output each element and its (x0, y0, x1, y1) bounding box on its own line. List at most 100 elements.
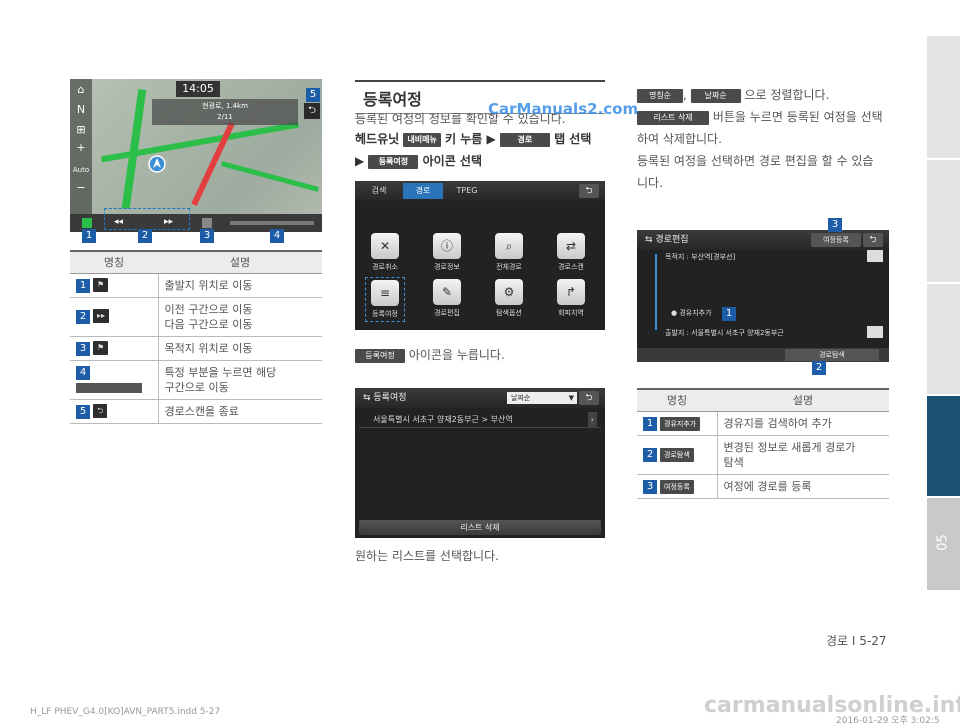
search-options-button[interactable]: ⚙ 탐색옵션 (489, 279, 529, 318)
delete-line-2: 하여 삭제합니다. (637, 132, 722, 146)
avoid-area-icon: ↱ (557, 279, 585, 305)
callout-5: 5 (306, 88, 320, 102)
callout-1: 1 (722, 307, 736, 321)
side-tab-2 (927, 160, 960, 282)
route-search-button[interactable]: 경로탐색 (785, 349, 879, 361)
route-info-icon: ⓘ (433, 233, 461, 259)
search-options-icon: ⚙ (495, 279, 523, 305)
auto-scale-button[interactable]: Auto (72, 161, 90, 179)
table-row: 2 경로탐색 변경된 정보로 새롭게 경로가 탐색 (637, 435, 889, 475)
route-info-line2: 2/11 (217, 113, 233, 121)
route-edit-icon: ✎ (433, 279, 461, 305)
table-row: 4 특정 부분을 누르면 해당 구간으로 이동 (70, 360, 322, 400)
saved-trip-button[interactable]: ≡ 등록여정 (365, 277, 405, 322)
back-icon[interactable]: ⮌ (863, 233, 883, 247)
scan-slider[interactable] (230, 221, 314, 225)
chevron-right-icon: › (587, 412, 597, 428)
route-info-button[interactable]: ⓘ 경로정보 (427, 233, 467, 272)
col-desc-header: 설명 (158, 250, 322, 274)
bottom-text: 원하는 리스트를 선택합니다. (355, 549, 499, 563)
current-position-icon (148, 155, 166, 173)
route-edit-screen: ⇆ 경로편집 여정등록 ⮌ 목적지 : 부산역[경부선] ● 경유지추가 출발지… (637, 230, 889, 362)
watermark: CarManuals2.com (488, 100, 639, 118)
full-route-button[interactable]: ⌕ 전체경로 (489, 233, 529, 272)
full-route-icon: ⌕ (495, 233, 523, 259)
route-scan-icon: ⇄ (557, 233, 585, 259)
sort-by-date-button: 날짜순 (690, 88, 741, 103)
register-trip-button[interactable]: 여정등록 (811, 233, 861, 247)
route-line (655, 254, 657, 330)
table-row: 1 ⚑ 출발지 위치로 이동 (70, 273, 322, 298)
clock: 14:05 (176, 81, 220, 97)
start-flag-icon: ⚑ (93, 277, 109, 292)
note-line: 등록여정 아이콘을 누릅니다. (355, 344, 505, 366)
callout-2: 2 (812, 361, 826, 375)
table-row: 3 ⚑ 목적지 위치로 이동 (70, 336, 322, 361)
callout-2: 2 (138, 229, 152, 243)
sort-by-name-button: 명칭순 (637, 88, 683, 103)
sort-dropdown[interactable]: 날짜순 ▼ (507, 392, 577, 404)
start-flag-icon[interactable] (82, 218, 92, 228)
side-tab-current (927, 396, 960, 496)
tab-tpeg[interactable]: TPEG (447, 183, 487, 199)
saved-trip-icon: ≡ (371, 280, 399, 306)
route-scan-button[interactable]: ⇄ 경로스캔 (551, 233, 591, 272)
avoid-area-button[interactable]: ↱ 회피지역 (551, 279, 591, 318)
delete-list-button[interactable]: 리스트 삭제 (359, 520, 601, 535)
col-name-header: 명칭 (637, 388, 717, 412)
callout-3: 3 (828, 218, 842, 232)
side-tab-3 (927, 284, 960, 394)
destination-flag-icon: ⚑ (93, 340, 109, 355)
next-section-icon: ▸▸ (93, 309, 110, 323)
delete-line-1: 리스트 삭제 버튼을 누르면 등록된 여정을 선택 (637, 106, 883, 128)
north-up-icon[interactable]: N (72, 101, 90, 119)
back-icon[interactable]: ⮌ (579, 391, 599, 405)
back-icon[interactable]: ⮌ (579, 184, 599, 198)
table-row: 3 여정등록 여정에 경로를 등록 (637, 474, 889, 499)
nav-menu-key: 내비메뉴 (403, 132, 441, 147)
route-edit-button[interactable]: ✎ 경로편집 (427, 279, 467, 318)
table-row: 5 ⮌ 경로스캔을 종료 (70, 399, 322, 424)
register-trip-button: 여정등록 (660, 479, 694, 494)
delete-list-button: 리스트 삭제 (637, 110, 709, 125)
add-waypoint-button: 경유지추가 (660, 416, 701, 431)
tab-search[interactable]: 검색 (359, 183, 399, 199)
home-icon[interactable]: ⌂ (72, 81, 90, 99)
destination-flag-icon[interactable] (202, 218, 212, 228)
map-side-toolbar: ⌂ N ⊞ + Auto − (70, 79, 92, 232)
edit-toolbar: 경로탐색 (637, 348, 889, 362)
route-tab-button: 경로 (499, 132, 550, 147)
saved-trip-screen: ⇆ 등록여정 날짜순 ▼ ⮌ 서울특별시 서초구 양재2동부근 > 부산역 › 리스… (355, 388, 605, 538)
sort-line: 명칭순, 날짜순 으로 정렬합니다. (637, 84, 829, 106)
saved-trip-button: 등록여정 (355, 348, 405, 363)
route-cancel-icon: ✕ (371, 233, 399, 259)
route-scan-table: 명칭 설명 1⚑ 출발지 위치로 이동 2◂◂ ▸▸ 이전 구간으로 이동 다음… (70, 250, 322, 424)
zoom-in-icon[interactable]: + (72, 139, 90, 157)
zoom-out-icon[interactable]: − (72, 179, 90, 197)
page-number: 경로 I 5-27 (826, 634, 887, 648)
destination-search-icon[interactable] (867, 250, 883, 262)
route-cancel-button[interactable]: ✕ 경로취소 (365, 233, 405, 272)
origin-text: 출발지 : 서울특별시 서초구 양재2동부근 (665, 329, 784, 337)
trip-list-item[interactable]: 서울특별시 서초구 양재2동부근 > 부산역 › (359, 412, 601, 428)
route-info-line1: 현광로, 1.4km (202, 102, 248, 110)
route-info-box: 현광로, 1.4km 2/11 (152, 99, 298, 125)
map-view-icon[interactable]: ⊞ (72, 121, 90, 139)
back-icon[interactable]: ⮌ (304, 103, 320, 119)
table-row: 2◂◂ ▸▸ 이전 구간으로 이동 다음 구간으로 이동 (70, 297, 322, 337)
step-line-1: 헤드유닛 내비메뉴 키 누름 ▶ 경로 탭 선택 (355, 132, 592, 147)
step-line-2: ▶ 등록여정 아이콘 선택 (355, 154, 482, 169)
scan-slider-icon (76, 382, 142, 393)
site-logo: carmanualsonline.info (704, 693, 960, 718)
callout-1: 1 (82, 229, 96, 243)
add-waypoint-button[interactable]: ● 경유지추가 (671, 308, 712, 318)
saved-trip-button: 등록여정 (368, 154, 419, 169)
table-row: 1 경유지추가 경유지를 검색하여 추가 (637, 411, 889, 436)
back-icon: ⮌ (93, 403, 108, 418)
tab-route[interactable]: 경로 (403, 183, 443, 199)
origin-search-icon[interactable] (867, 326, 883, 338)
chapter-number: 05 (935, 534, 951, 551)
edit-line-1: 등록된 여정을 선택하면 경로 편집을 할 수 있습 (637, 154, 874, 168)
col-desc-header: 설명 (717, 388, 889, 412)
side-tab-1 (927, 36, 960, 158)
